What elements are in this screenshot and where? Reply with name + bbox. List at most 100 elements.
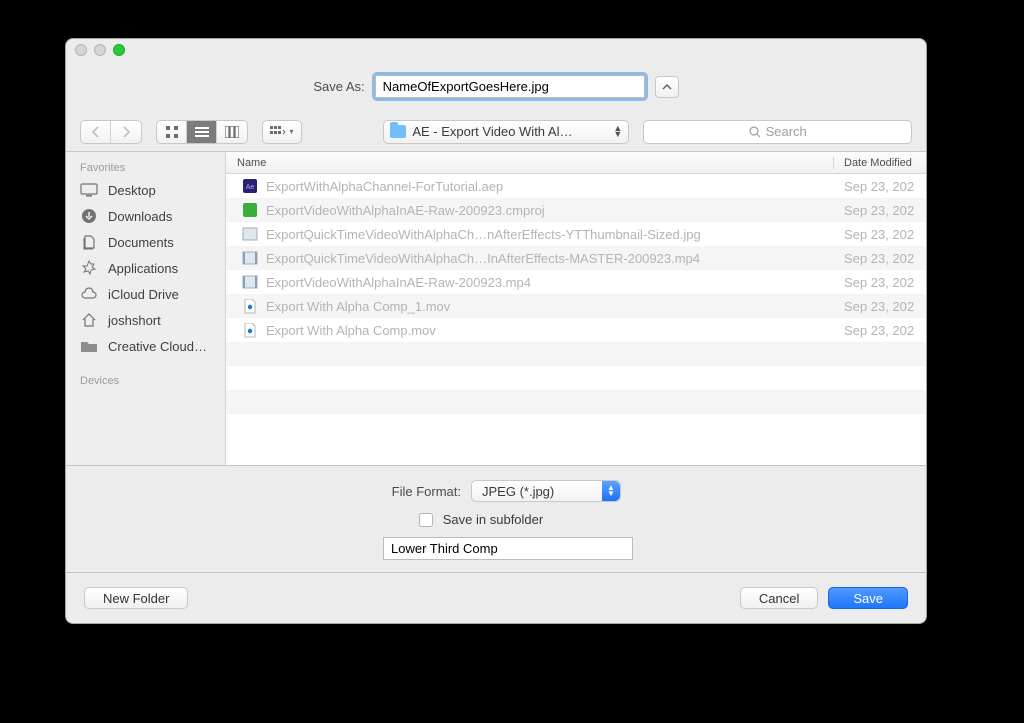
file-date: Sep 23, 202 (834, 179, 926, 194)
sidebar-item-label: joshshort (108, 313, 161, 328)
list-view-icon (195, 126, 209, 138)
forward-button[interactable] (111, 121, 141, 143)
home-icon (80, 312, 98, 328)
sidebar-item-desktop[interactable]: Desktop (66, 177, 225, 203)
file-date: Sep 23, 202 (834, 203, 926, 218)
file-row[interactable]: AeExportWithAlphaChannel-ForTutorial.aep… (226, 174, 926, 198)
file-type-icon (242, 227, 258, 242)
file-row[interactable]: ExportQuickTimeVideoWithAlphaCh…InAfterE… (226, 246, 926, 270)
file-format-value: JPEG (*.jpg) (482, 484, 620, 499)
sidebar-item-label: Documents (108, 235, 174, 250)
cancel-button[interactable]: Cancel (740, 587, 818, 609)
sidebar-item-documents[interactable]: Documents (66, 229, 225, 255)
file-date: Sep 23, 202 (834, 299, 926, 314)
file-date: Sep 23, 202 (834, 227, 926, 242)
file-name: Export With Alpha Comp.mov (266, 323, 436, 338)
view-list-button[interactable] (187, 121, 217, 143)
search-field[interactable]: Search (643, 120, 912, 144)
sidebar-item-label: iCloud Drive (108, 287, 179, 302)
select-stepper-icon: ▲▼ (602, 481, 620, 501)
file-row[interactable]: ExportVideoWithAlphaInAE-Raw-200923.cmpr… (226, 198, 926, 222)
file-list[interactable]: AeExportWithAlphaChannel-ForTutorial.aep… (226, 174, 926, 465)
file-row[interactable]: Export With Alpha Comp_1.mov Sep 23, 202 (226, 294, 926, 318)
body: Favorites Desktop Downloads Documents (66, 152, 926, 466)
options-panel: File Format: JPEG (*.jpg) ▲▼ Save in sub… (66, 466, 926, 573)
sidebar-item-label: Desktop (108, 183, 156, 198)
applications-icon (80, 260, 98, 276)
minimize-traffic-light[interactable] (94, 44, 106, 56)
arrange-popup[interactable]: ▾ (262, 120, 302, 144)
empty-row (226, 390, 926, 414)
file-row[interactable]: ExportQuickTimeVideoWithAlphaCh…nAfterEf… (226, 222, 926, 246)
folder-icon (390, 125, 406, 138)
columns-header: Name Date Modified (226, 152, 926, 174)
save-in-subfolder-checkbox[interactable] (419, 513, 433, 527)
nav-back-forward (80, 120, 142, 144)
save-button[interactable]: Save (828, 587, 908, 609)
file-area: Name Date Modified AeExportWithAlphaChan… (226, 152, 926, 465)
close-traffic-light[interactable] (75, 44, 87, 56)
file-name: ExportQuickTimeVideoWithAlphaCh…nAfterEf… (266, 227, 701, 242)
desktop-icon (80, 182, 98, 198)
empty-row (226, 366, 926, 390)
chevron-down-icon: ▾ (289, 127, 293, 136)
file-date: Sep 23, 202 (834, 323, 926, 338)
subfolder-name-input[interactable] (383, 537, 633, 560)
sidebar-section-devices: Devices (66, 369, 225, 390)
file-name: Export With Alpha Comp_1.mov (266, 299, 450, 314)
svg-text:Ae: Ae (246, 184, 255, 191)
file-type-icon: Ae (242, 179, 258, 194)
sidebar-item-label: Applications (108, 261, 178, 276)
new-folder-button[interactable]: New Folder (84, 587, 188, 609)
search-placeholder: Search (766, 124, 807, 139)
view-icons-button[interactable] (157, 121, 187, 143)
file-type-icon (242, 299, 258, 314)
save-as-input[interactable] (375, 75, 645, 98)
file-format-select[interactable]: JPEG (*.jpg) ▲▼ (471, 480, 621, 502)
file-name: ExportVideoWithAlphaInAE-Raw-200923.mp4 (266, 275, 531, 290)
sidebar-item-home[interactable]: joshshort (66, 307, 225, 333)
chevron-right-icon (122, 126, 131, 138)
back-button[interactable] (81, 121, 111, 143)
sidebar-item-label: Downloads (108, 209, 172, 224)
empty-row (226, 414, 926, 438)
sidebar-item-label: Creative Cloud… (108, 339, 207, 354)
chevron-left-icon (91, 126, 100, 138)
save-dialog: Save As: (65, 38, 927, 624)
downloads-icon (80, 208, 98, 224)
icon-view-icon (165, 125, 179, 139)
location-popup[interactable]: AE - Export Video With Al… ▲▼ (383, 120, 629, 144)
cloud-icon (80, 286, 98, 302)
view-mode-segmented (156, 120, 248, 144)
save-as-label: Save As: (313, 79, 364, 94)
column-header-name[interactable]: Name (226, 157, 834, 169)
column-header-date[interactable]: Date Modified (834, 157, 926, 169)
file-name: ExportQuickTimeVideoWithAlphaCh…InAfterE… (266, 251, 700, 266)
stepper-icon: ▲▼ (613, 126, 622, 137)
save-as-row: Save As: (66, 61, 926, 112)
file-date: Sep 23, 202 (834, 275, 926, 290)
view-columns-button[interactable] (217, 121, 247, 143)
zoom-traffic-light[interactable] (113, 44, 125, 56)
file-type-icon (242, 203, 258, 218)
collapse-expand-button[interactable] (655, 76, 679, 98)
sidebar-item-creative-cloud[interactable]: Creative Cloud… (66, 333, 225, 359)
sidebar-section-favorites: Favorites (66, 156, 225, 177)
file-row[interactable]: ExportVideoWithAlphaInAE-Raw-200923.mp4 S… (226, 270, 926, 294)
folder-icon (80, 338, 98, 354)
file-date: Sep 23, 202 (834, 251, 926, 266)
documents-icon (80, 234, 98, 250)
file-name: ExportVideoWithAlphaInAE-Raw-200923.cmpr… (266, 203, 545, 218)
file-row[interactable]: Export With Alpha Comp.mov Sep 23, 202 (226, 318, 926, 342)
toolbar: ▾ AE - Export Video With Al… ▲▼ Search (66, 112, 926, 152)
sidebar-item-downloads[interactable]: Downloads (66, 203, 225, 229)
footer: New Folder Cancel Save (66, 573, 926, 623)
sidebar-item-icloud[interactable]: iCloud Drive (66, 281, 225, 307)
sidebar-item-applications[interactable]: Applications (66, 255, 225, 281)
column-view-icon (225, 126, 239, 138)
empty-row (226, 342, 926, 366)
chevron-up-icon (662, 83, 672, 91)
save-in-subfolder-label: Save in subfolder (443, 512, 543, 527)
search-icon (749, 126, 761, 138)
grid-arrange-icon (270, 126, 286, 138)
